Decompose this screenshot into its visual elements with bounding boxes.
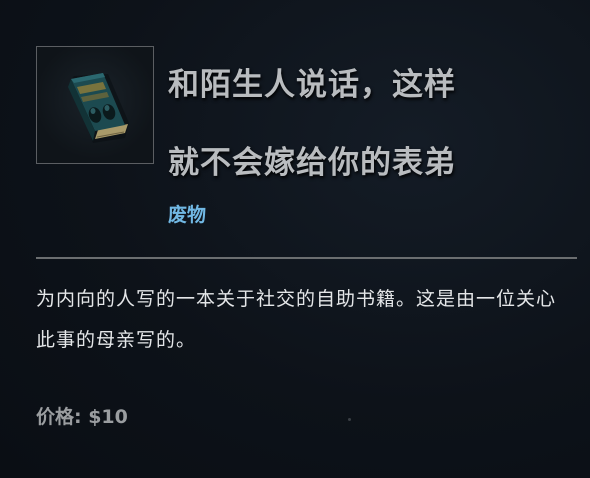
item-title-line-2: 就不会嫁给你的表弟 xyxy=(168,145,456,181)
item-category: 废物 xyxy=(168,204,207,226)
book-icon xyxy=(68,73,129,143)
item-tooltip-panel: 和陌生人说话，这样 就不会嫁给你的表弟 废物 为内向的人写的一本关于社交的自助书… xyxy=(0,0,590,478)
divider xyxy=(36,257,577,259)
item-description: 为内向的人写的一本关于社交的自助书籍。这是由一位关心此事的母亲写的。 xyxy=(36,288,557,351)
item-icon-frame xyxy=(36,46,154,164)
item-price: 价格: $10 xyxy=(36,406,128,428)
item-title-line-1: 和陌生人说话，这样 xyxy=(168,67,456,103)
decorative-dot xyxy=(348,418,351,421)
